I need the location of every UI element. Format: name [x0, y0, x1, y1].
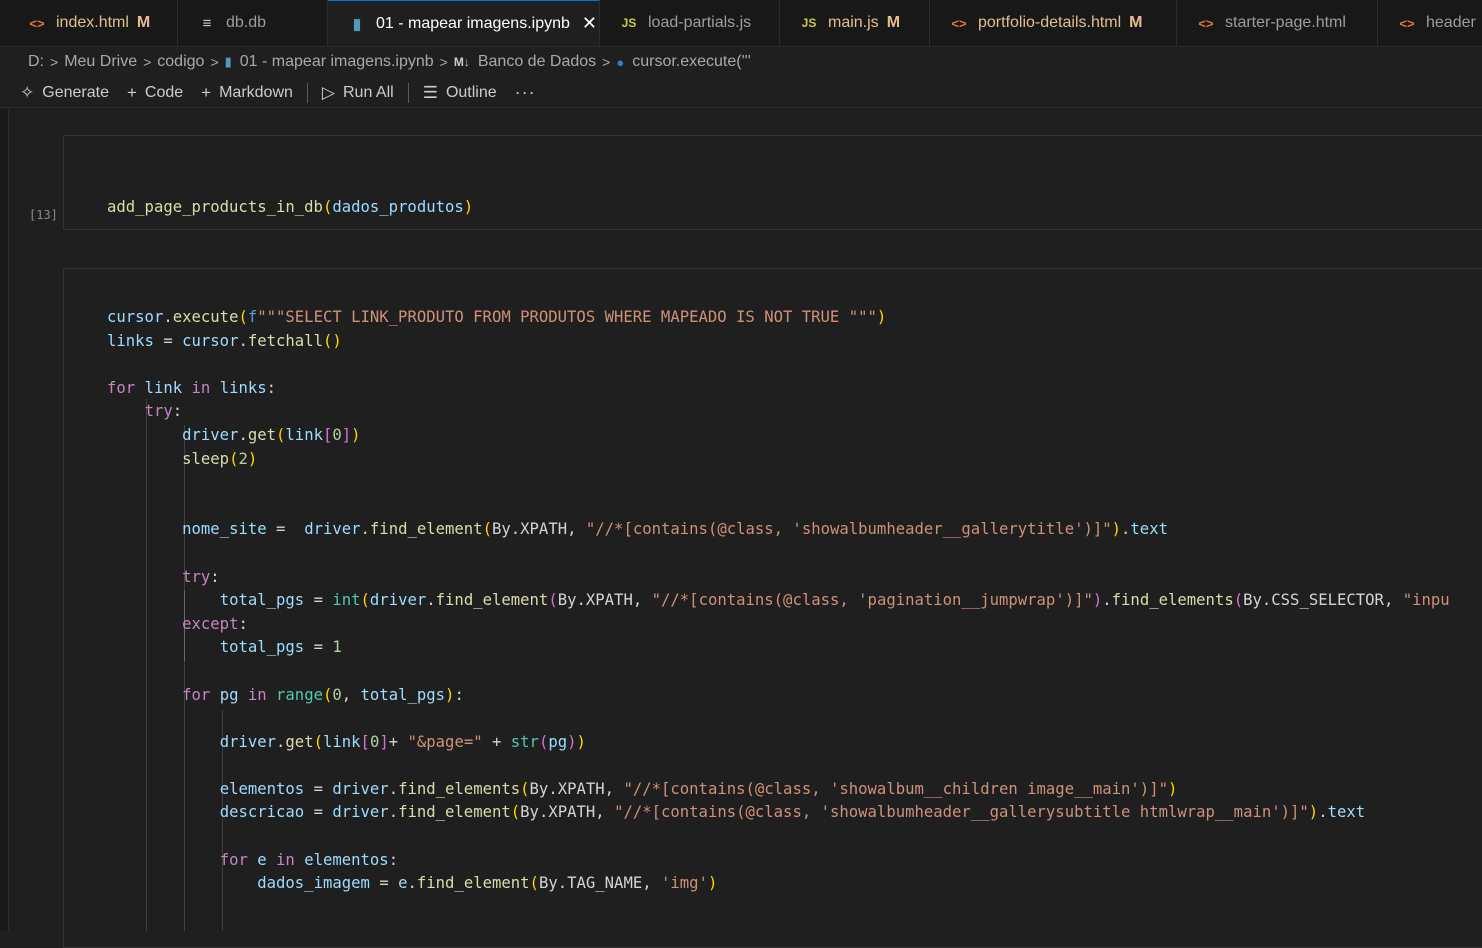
markdown-icon: M↓: [453, 55, 470, 69]
outline-button[interactable]: ☰ Outline: [423, 83, 497, 103]
code-line: elementos = driver.find_elements(By.XPAT…: [219, 779, 1178, 798]
code-line: dados_imagem = e.find_element(By.TAG_NAM…: [257, 874, 718, 893]
markdown-label: Markdown: [219, 83, 293, 101]
generate-label: Generate: [42, 83, 109, 101]
notebook-icon: ▮: [352, 15, 362, 33]
list-icon: ☰: [422, 82, 438, 102]
generate-button[interactable]: ✧ Generate: [20, 83, 109, 103]
breadcrumb-item-drive[interactable]: D:: [28, 53, 44, 71]
run-all-button[interactable]: ▷ Run All: [322, 83, 394, 103]
code-line: add_page_products_in_db(dados_produtos): [107, 198, 474, 217]
plus-icon: +: [201, 82, 212, 102]
more-actions-button[interactable]: ···: [515, 82, 536, 103]
tab-main-js[interactable]: JS main.js M: [780, 0, 930, 46]
code-label: Code: [144, 83, 184, 101]
breadcrumb-item-notebook[interactable]: 01 - mapear imagens.ipynb: [240, 53, 434, 71]
code-line: cursor.execute(f"""SELECT LINK_PRODUTO F…: [107, 308, 887, 326]
modified-indicator: M: [136, 14, 151, 31]
tab-label: 01 - mapear imagens.ipynb: [376, 14, 570, 32]
tab-index-html[interactable]: <> index.html M: [8, 0, 178, 46]
chevron-right-icon: >: [210, 54, 219, 70]
add-code-button[interactable]: + Code: [127, 83, 183, 103]
code-line: try:: [182, 567, 220, 586]
sparkle-icon: ✧: [20, 82, 35, 102]
run-all-icon: ▷: [321, 82, 335, 102]
code-line: total_pgs = 1: [219, 638, 342, 657]
chevron-right-icon: >: [439, 54, 448, 70]
code-line: total_pgs = int(driver.find_element(By.X…: [219, 591, 1450, 610]
modified-indicator: M: [886, 14, 901, 31]
html-icon: <>: [1399, 15, 1415, 31]
breadcrumb-item-codigo[interactable]: codigo: [157, 53, 204, 71]
breadcrumb-item-meu-drive[interactable]: Meu Drive: [64, 53, 137, 71]
chevron-right-icon: >: [602, 54, 611, 70]
code-line: descricao = driver.find_element(By.XPATH…: [219, 803, 1366, 822]
html-icon: <>: [1198, 15, 1214, 31]
tab-header[interactable]: <> header: [1378, 0, 1482, 46]
notebook-icon: ▮: [224, 54, 232, 69]
tab-label: header: [1426, 14, 1476, 31]
outline-label: Outline: [445, 83, 497, 101]
editor-tab-bar: <> index.html M ≡ db.db ▮ 01 - mapear imagens.…: [0, 0, 1482, 47]
tab-label: main.js: [828, 14, 879, 31]
cell-1-code[interactable]: add_page_products_in_db(dados_produtos): [107, 149, 473, 243]
tab-db-db[interactable]: ≡ db.db: [178, 0, 328, 46]
close-icon[interactable]: ✕: [582, 13, 597, 34]
code-line: sleep(2): [182, 449, 258, 468]
code-line: except:: [182, 614, 248, 633]
add-markdown-button[interactable]: + Markdown: [201, 83, 293, 103]
code-line: for e in elementos:: [219, 850, 399, 869]
db-icon: ≡: [202, 14, 212, 32]
chevron-right-icon: >: [50, 54, 59, 70]
tab-label: db.db: [226, 14, 267, 31]
code-line: try:: [144, 402, 183, 421]
tab-label: starter-page.html: [1225, 14, 1346, 31]
html-icon: <>: [29, 15, 45, 31]
plus-icon: +: [126, 82, 137, 102]
code-line: nome_site = driver.find_element(By.XPATH…: [182, 520, 1168, 539]
tab-portfolio-details-html[interactable]: <> portfolio-details.html M: [930, 0, 1177, 46]
code-line: driver.get(link[0]+ "&page=" + str(pg)): [219, 732, 586, 751]
notebook-toolbar: ✧ Generate + Code + Markdown ▷ Run All ☰…: [0, 78, 1482, 108]
tab-label: portfolio-details.html: [978, 14, 1122, 31]
js-icon: JS: [801, 16, 817, 30]
tab-starter-page-html[interactable]: <> starter-page.html: [1177, 0, 1378, 46]
breadcrumb-item-cell[interactable]: cursor.execute(''': [632, 53, 751, 71]
code-line: links = cursor.fetchall(): [107, 331, 342, 350]
cell-2-code[interactable]: cursor.execute(f"""SELECT LINK_PRODUTO F…: [107, 306, 1450, 896]
breadcrumb: D: > Meu Drive > codigo > ▮ 01 - mapear …: [0, 47, 1482, 77]
js-icon: JS: [621, 16, 637, 30]
toolbar-divider: [407, 82, 409, 103]
execution-count: [13]: [29, 208, 58, 222]
chevron-right-icon: >: [143, 54, 152, 70]
python-icon: ●: [616, 54, 625, 70]
tab-label: load-partials.js: [648, 14, 752, 31]
run-all-label: Run All: [342, 83, 394, 101]
html-icon: <>: [951, 15, 967, 31]
tab-load-partials-js[interactable]: JS load-partials.js: [600, 0, 780, 46]
code-line: for pg in range(0, total_pgs):: [182, 685, 464, 704]
modified-indicator: M: [1129, 14, 1143, 31]
toolbar-divider: [306, 82, 308, 103]
code-line: driver.get(link[0]): [182, 425, 361, 444]
left-gutter: [0, 109, 9, 931]
tab-01-mapear-imagens-ipynb[interactable]: ▮ 01 - mapear imagens.ipynb ✕: [328, 0, 600, 46]
breadcrumb-item-section[interactable]: Banco de Dados: [478, 53, 596, 71]
tab-label: index.html: [56, 14, 129, 31]
code-line: for link in links:: [107, 378, 277, 397]
